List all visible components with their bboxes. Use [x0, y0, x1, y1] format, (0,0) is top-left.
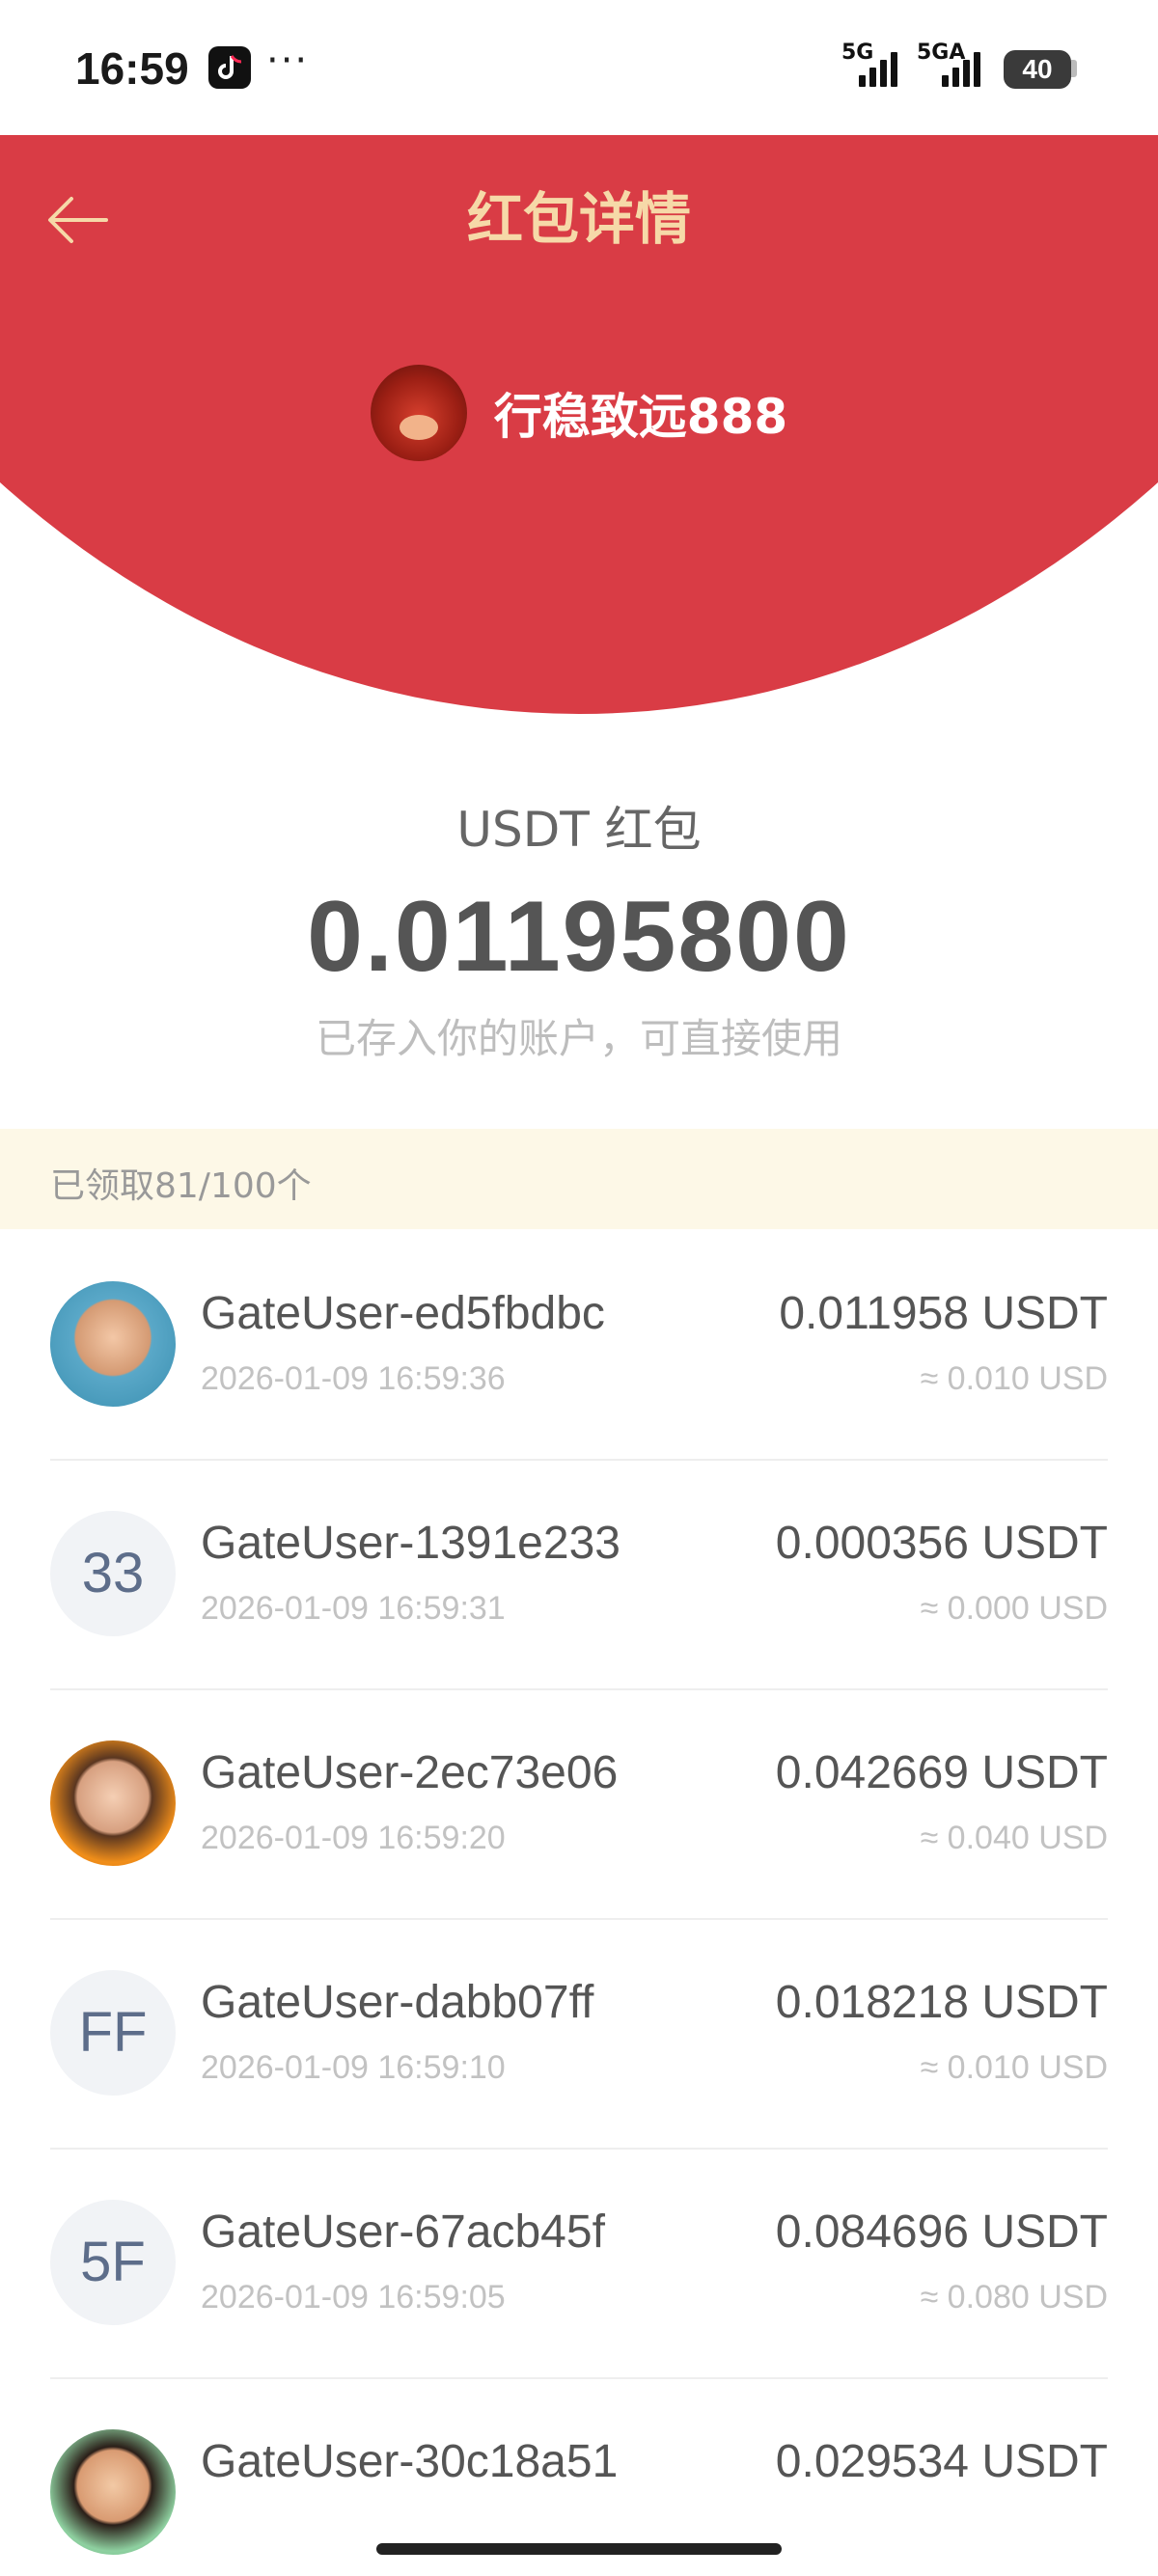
- claim-time: 2026-01-09 16:59:10: [201, 2049, 506, 2086]
- claim-usd-value: ≈ 0.000 USD: [920, 1590, 1108, 1627]
- claim-amount: 0.042669 USDT: [775, 1747, 1108, 1798]
- sender-info: 行稳致远888: [0, 365, 1158, 461]
- claim-time: 2026-01-09 16:59:31: [201, 1590, 506, 1627]
- tiktok-icon: [208, 46, 251, 89]
- user-name: GateUser-dabb07ff: [201, 1977, 594, 2028]
- status-time: 16:59: [75, 43, 189, 94]
- claim-time: 2026-01-09 16:59:36: [201, 1360, 506, 1397]
- battery-icon: 40: [1004, 50, 1071, 89]
- signal-icon: [859, 50, 897, 87]
- claimed-count: 已领取81/100个: [50, 1166, 312, 1206]
- claim-usd-value: ≈ 0.010 USD: [920, 2049, 1108, 2086]
- claim-usd-value: ≈ 0.080 USD: [920, 2279, 1108, 2316]
- user-avatar: [50, 2429, 176, 2555]
- sender-name: 行稳致远888: [493, 389, 788, 445]
- list-item[interactable]: GateUser-2ec73e06 2026-01-09 16:59:20 0.…: [0, 1690, 1158, 1920]
- list-item[interactable]: FF GateUser-dabb07ff 2026-01-09 16:59:10…: [0, 1920, 1158, 2150]
- claim-amount: 0.084696 USDT: [775, 2206, 1108, 2258]
- list-item[interactable]: GateUser-ed5fbdbc 2026-01-09 16:59:36 0.…: [0, 1231, 1158, 1461]
- list-item[interactable]: 33 GateUser-1391e233 2026-01-09 16:59:31…: [0, 1461, 1158, 1690]
- claim-amount: 0.000356 USDT: [775, 1518, 1108, 1569]
- claim-usd-value: ≈ 0.010 USD: [920, 1360, 1108, 1397]
- claim-amount: 0.018218 USDT: [775, 1977, 1108, 2028]
- user-avatar: 5F: [50, 2200, 176, 2325]
- claim-amount: 0.011958 USDT: [779, 1288, 1108, 1339]
- list-item[interactable]: GateUser-30c18a51 0.029534 USDT: [0, 2379, 1158, 2562]
- user-avatar: [50, 1281, 176, 1407]
- user-name: GateUser-2ec73e06: [201, 1747, 619, 1798]
- user-avatar: 33: [50, 1511, 176, 1636]
- claimed-count-bar: 已领取81/100个: [0, 1129, 1158, 1229]
- red-packet-header: 红包详情 行稳致远888: [0, 135, 1158, 714]
- claim-records-list[interactable]: GateUser-ed5fbdbc 2026-01-09 16:59:36 0.…: [0, 1231, 1158, 2562]
- user-avatar: FF: [50, 1970, 176, 2096]
- deposit-note: 已存入你的账户，可直接使用: [315, 1015, 842, 1062]
- amount-section: USDT 红包 0.01195800 已存入你的账户，可直接使用: [0, 791, 1158, 1065]
- more-notifications-icon: ···: [266, 39, 310, 83]
- user-name: GateUser-1391e233: [201, 1518, 620, 1569]
- user-name: GateUser-ed5fbdbc: [201, 1288, 605, 1339]
- user-name: GateUser-67acb45f: [201, 2206, 605, 2258]
- list-item[interactable]: 5F GateUser-67acb45f 2026-01-09 16:59:05…: [0, 2150, 1158, 2379]
- signal-icon-2: [942, 50, 980, 87]
- received-amount: 0.01195800: [307, 881, 851, 993]
- home-indicator[interactable]: [376, 2543, 782, 2555]
- claim-time: 2026-01-09 16:59:05: [201, 2279, 506, 2316]
- battery-tip: [1071, 60, 1077, 77]
- sender-avatar[interactable]: [370, 365, 467, 461]
- currency-label: USDT 红包: [456, 802, 702, 858]
- claim-amount: 0.029534 USDT: [775, 2436, 1108, 2487]
- user-avatar: [50, 1740, 176, 1866]
- claim-usd-value: ≈ 0.040 USD: [920, 1820, 1108, 1856]
- user-name: GateUser-30c18a51: [201, 2436, 619, 2487]
- status-bar: 16:59 ··· 5G 5GA 40: [0, 0, 1158, 135]
- page-title: 红包详情: [466, 186, 691, 252]
- claim-time: 2026-01-09 16:59:20: [201, 1820, 506, 1856]
